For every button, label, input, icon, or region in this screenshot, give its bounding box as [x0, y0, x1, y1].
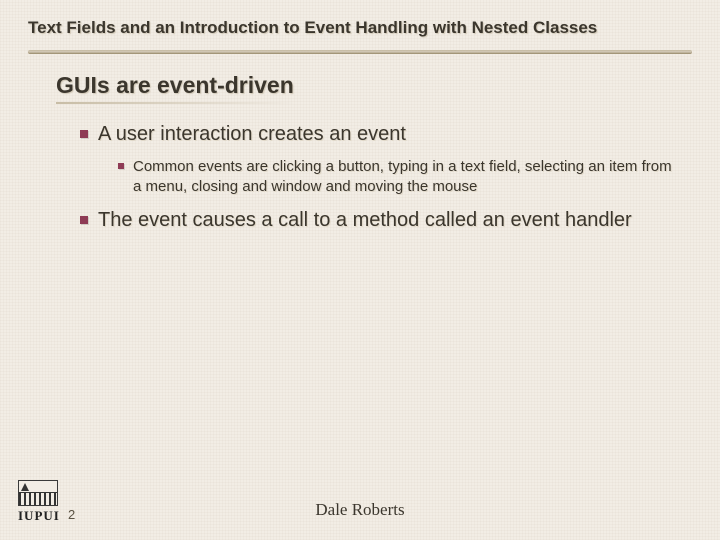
bullet-level3: Common events are clicking a button, typ… — [118, 157, 678, 196]
author-name: Dale Roberts — [0, 500, 720, 520]
footer: IUPUI 2 Dale Roberts — [0, 466, 720, 540]
bullet-text: The event causes a call to a method call… — [98, 208, 632, 233]
bullet-level2: The event causes a call to a method call… — [80, 208, 692, 233]
heading-underline — [56, 102, 296, 104]
heading-text: GUIs are event-driven — [56, 72, 294, 98]
title-underline — [28, 50, 692, 54]
slide-title: Text Fields and an Introduction to Event… — [28, 14, 692, 48]
bullet-square-icon — [80, 216, 88, 224]
bullet-square-icon — [118, 163, 124, 169]
content-area: GUIs are event-driven A user interaction… — [28, 72, 692, 233]
bullet-level2: A user interaction creates an event — [80, 122, 692, 147]
slide: Text Fields and an Introduction to Event… — [0, 0, 720, 540]
bullet-square-icon — [80, 130, 88, 138]
heading-level1: GUIs are event-driven — [56, 72, 692, 108]
bullet-text: Common events are clicking a button, typ… — [133, 157, 678, 196]
bullet-text: A user interaction creates an event — [98, 122, 406, 147]
